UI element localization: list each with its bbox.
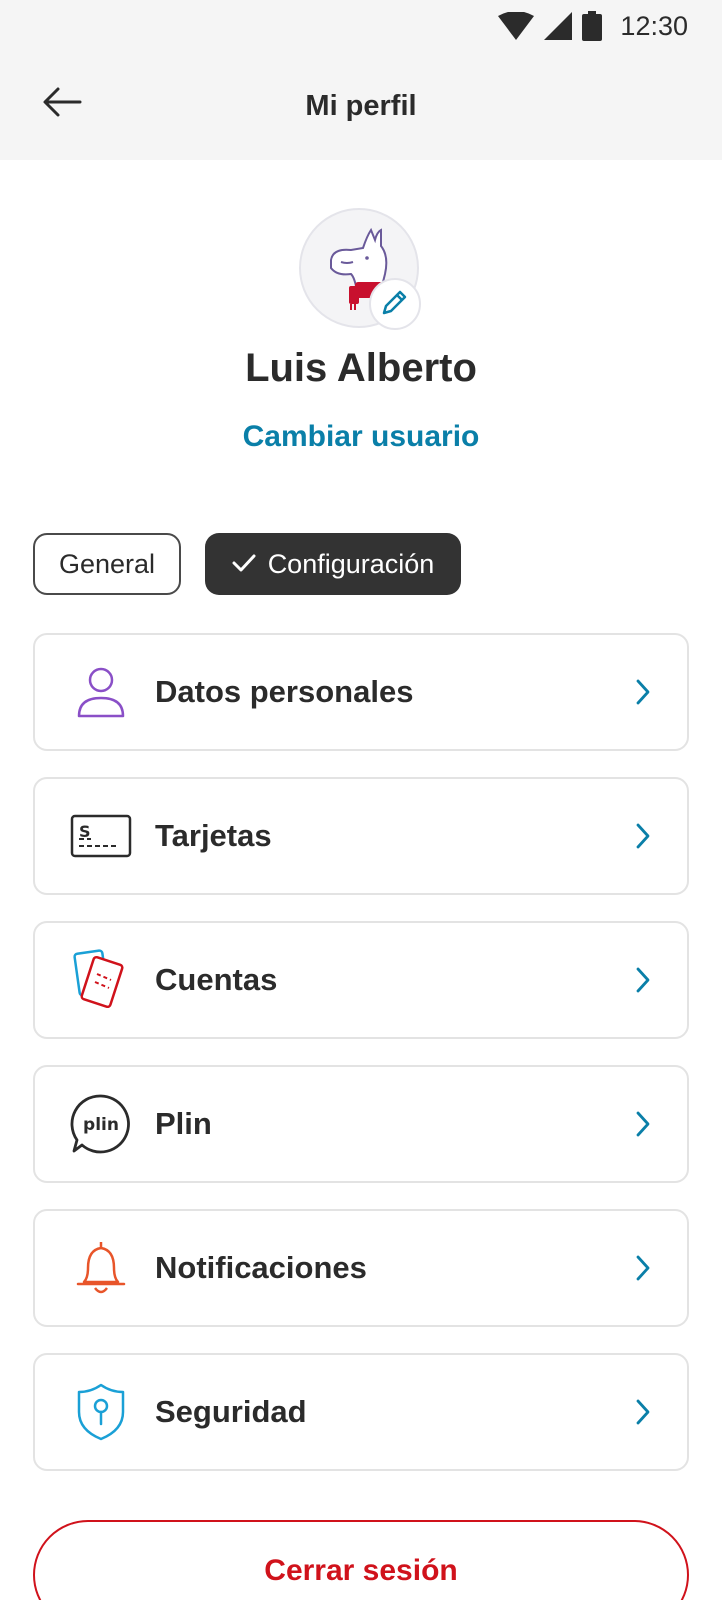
app-bar: Mi perfil bbox=[0, 52, 722, 160]
menu-item-tarjetas[interactable]: S Tarjetas bbox=[33, 777, 689, 895]
change-user-link[interactable]: Cambiar usuario bbox=[0, 420, 722, 454]
shield-icon bbox=[65, 1376, 137, 1448]
pencil-icon bbox=[379, 286, 411, 323]
arrow-left-icon bbox=[42, 86, 82, 123]
tab-general[interactable]: General bbox=[33, 533, 181, 595]
menu-item-label: Seguridad bbox=[155, 1394, 307, 1429]
menu-item-datos-personales[interactable]: Datos personales bbox=[33, 633, 689, 751]
menu-item-label: Plin bbox=[155, 1106, 212, 1141]
menu-item-cuentas[interactable]: Cuentas bbox=[33, 921, 689, 1039]
status-time: 12:30 bbox=[620, 10, 688, 41]
logout-label: Cerrar sesión bbox=[264, 1554, 458, 1587]
chevron-right-icon bbox=[635, 822, 651, 850]
edit-avatar-button[interactable] bbox=[369, 278, 421, 330]
menu-item-label: Notificaciones bbox=[155, 1250, 367, 1285]
svg-text:plin: plin bbox=[83, 1115, 119, 1135]
chevron-right-icon bbox=[635, 1110, 651, 1138]
menu-item-label: Tarjetas bbox=[155, 818, 272, 853]
chevron-right-icon bbox=[635, 1398, 651, 1426]
menu-item-label: Cuentas bbox=[155, 962, 278, 997]
menu-item-seguridad[interactable]: Seguridad bbox=[33, 1353, 689, 1471]
person-icon bbox=[65, 656, 137, 728]
menu-item-plin[interactable]: plin Plin bbox=[33, 1065, 689, 1183]
user-name: Luis Alberto bbox=[245, 346, 477, 390]
status-bar: 12:30 bbox=[0, 0, 722, 52]
tab-configuracion[interactable]: Configuración bbox=[205, 533, 461, 595]
chevron-right-icon bbox=[635, 678, 651, 706]
plin-icon: plin bbox=[65, 1088, 137, 1160]
chevron-right-icon bbox=[635, 966, 651, 994]
page-title: Mi perfil bbox=[305, 89, 417, 122]
accounts-icon bbox=[65, 944, 137, 1016]
wifi-icon bbox=[498, 12, 535, 40]
back-button[interactable] bbox=[30, 72, 94, 136]
battery-icon bbox=[582, 11, 603, 41]
profile-avatar-container bbox=[299, 208, 423, 332]
card-icon: S bbox=[65, 800, 137, 872]
tab-general-label: General bbox=[58, 548, 156, 579]
check-icon bbox=[232, 549, 256, 580]
tab-configuracion-label: Configuración bbox=[267, 548, 435, 579]
signal-icon bbox=[544, 12, 573, 40]
menu-item-notificaciones[interactable]: Notificaciones bbox=[33, 1209, 689, 1327]
bell-icon bbox=[65, 1232, 137, 1304]
logout-button[interactable]: Cerrar sesión bbox=[33, 1520, 689, 1600]
chevron-right-icon bbox=[635, 1254, 651, 1282]
menu-item-label: Datos personales bbox=[155, 674, 414, 709]
